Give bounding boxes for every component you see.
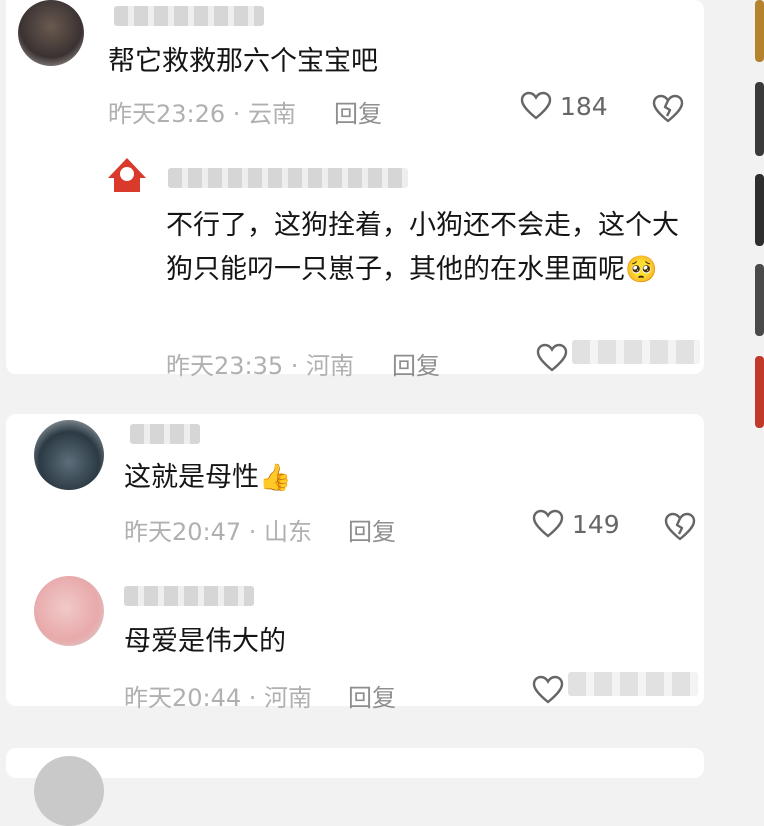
comment-meta: 昨天23:26 · 云南 [108,100,297,128]
thumbs-up-emoji: 👍 [259,463,292,493]
username[interactable] [124,586,254,606]
avatar[interactable] [18,0,84,66]
reply-button[interactable]: 回复 [392,346,440,381]
dislike-icon[interactable] [652,94,684,124]
like-count: 184 [560,91,608,121]
comment-text: 帮它救救那六个宝宝吧 [108,46,378,77]
heart-icon [532,509,564,538]
reply-meta: 昨天23:35 · 河南 [166,352,355,380]
reply-text: 不行了，这狗拴着，小狗还不会走，这个大狗只能叼一只崽子，其他的在水里面呢🥺 [166,210,679,285]
username[interactable] [114,6,264,26]
dislike-icon[interactable] [664,512,696,542]
like-button[interactable]: 149 [532,509,620,539]
comment-meta: 昨天20:44 · 河南 [124,684,313,712]
username[interactable] [130,424,200,444]
reply-button[interactable]: 回复 [348,512,396,547]
reply-button[interactable]: 回复 [348,678,396,713]
heart-icon [520,91,552,120]
comment-card: 这就是母性👍 昨天20:47 · 山东 回复 149 母爱是伟大的 昨天20:4… [6,414,704,712]
sidebar-thumbnail[interactable] [755,82,764,156]
reply-button[interactable]: 回复 [334,94,382,129]
comment-card [6,748,704,826]
like-count: 149 [572,509,620,539]
comment-meta: 昨天20:47 · 山东 [124,518,313,546]
sidebar-thumbnail[interactable] [755,264,764,336]
heart-icon [532,675,564,704]
sidebar-thumbnail[interactable] [755,0,764,62]
pleading-face-emoji: 🥺 [625,255,658,285]
avatar[interactable] [34,420,104,490]
blurred-like-count [572,340,700,364]
avatar[interactable] [34,756,104,826]
reply-avatar[interactable] [104,152,150,198]
avatar[interactable] [34,576,104,646]
sidebar-thumbnail[interactable] [755,174,764,246]
reply-like-button[interactable] [536,343,568,373]
comment-text: 母爱是伟大的 [124,626,286,657]
comment-card: 帮它救救那六个宝宝吧 昨天23:26 · 云南 回复 184 不行了，这狗拴着，… [6,0,704,380]
comment-text: 这就是母性👍 [124,462,292,493]
like-button[interactable]: 184 [520,91,608,121]
like-button[interactable] [532,675,564,705]
sidebar-thumbnail[interactable] [755,356,764,428]
reply-username[interactable] [168,168,408,188]
heart-icon [536,343,568,372]
blurred-like-count [568,672,698,696]
logo-icon [108,158,146,192]
